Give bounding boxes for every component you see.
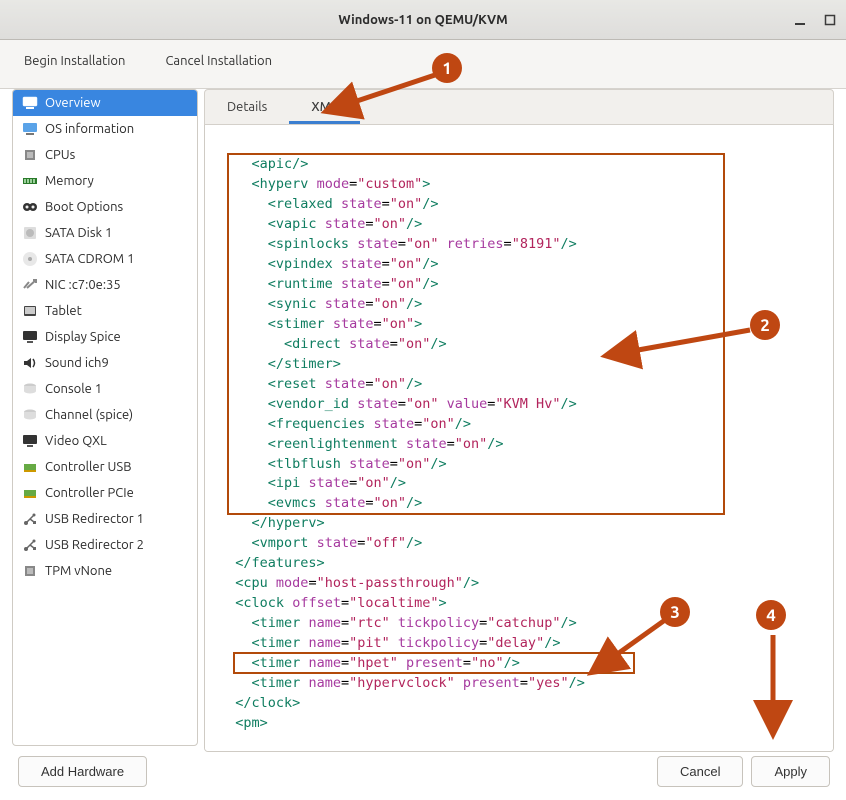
channel-icon — [21, 406, 39, 424]
sidebar-item-tpm[interactable]: TPM vNone — [13, 558, 197, 584]
sidebar-item-label: Video QXL — [45, 434, 107, 448]
usb-icon — [21, 510, 39, 528]
sidebar-item-label: Channel (spice) — [45, 408, 133, 422]
sidebar-item-os-info[interactable]: OS information — [13, 116, 197, 142]
sidebar-item-label: Sound ich9 — [45, 356, 109, 370]
sidebar-item-nic[interactable]: NIC :c7:0e:35 — [13, 272, 197, 298]
xml-editor[interactable]: <apic/> <hyperv mode="custom"> <relaxed … — [204, 125, 834, 752]
begin-install-button[interactable]: Begin Installation — [24, 54, 125, 68]
sidebar-item-label: SATA CDROM 1 — [45, 252, 134, 266]
sidebar-item-video[interactable]: Video QXL — [13, 428, 197, 454]
sidebar-item-label: Console 1 — [45, 382, 102, 396]
nic-icon — [21, 276, 39, 294]
sidebar-item-sata-disk[interactable]: SATA Disk 1 — [13, 220, 197, 246]
os-icon — [21, 120, 39, 138]
console-icon — [21, 380, 39, 398]
boot-icon — [21, 198, 39, 216]
video-icon — [21, 432, 39, 450]
sidebar-item-usb-redir-1[interactable]: USB Redirector 1 — [13, 506, 197, 532]
apply-button[interactable]: Apply — [751, 756, 830, 787]
sidebar-item-ctrl-pcie[interactable]: Controller PCIe — [13, 480, 197, 506]
sidebar-item-label: USB Redirector 1 — [45, 512, 144, 526]
sidebar-item-label: Overview — [45, 96, 101, 110]
sidebar-item-sound[interactable]: Sound ich9 — [13, 350, 197, 376]
tpm-icon — [21, 562, 39, 580]
bottom-bar: Add Hardware Cancel Apply — [0, 752, 846, 800]
controller-icon — [21, 458, 39, 476]
detail-tabs: Details XML — [204, 89, 834, 125]
sidebar-item-console[interactable]: Console 1 — [13, 376, 197, 402]
sidebar-item-cpus[interactable]: CPUs — [13, 142, 197, 168]
sidebar-item-label: NIC :c7:0e:35 — [45, 278, 121, 292]
tablet-icon — [21, 302, 39, 320]
sidebar-item-label: TPM vNone — [45, 564, 112, 578]
sidebar-item-channel[interactable]: Channel (spice) — [13, 402, 197, 428]
sidebar-item-label: Tablet — [45, 304, 82, 318]
sidebar-item-display[interactable]: Display Spice — [13, 324, 197, 350]
maximize-icon[interactable] — [822, 12, 838, 28]
tab-details[interactable]: Details — [205, 90, 289, 124]
action-bar: Begin Installation Cancel Installation — [0, 40, 846, 89]
sound-icon — [21, 354, 39, 372]
sidebar-item-ctrl-usb[interactable]: Controller USB — [13, 454, 197, 480]
sidebar-item-label: Boot Options — [45, 200, 123, 214]
cpu-icon — [21, 146, 39, 164]
sidebar-item-label: CPUs — [45, 148, 75, 162]
sidebar-item-label: OS information — [45, 122, 134, 136]
sidebar-item-label: Memory — [45, 174, 94, 188]
cancel-install-button[interactable]: Cancel Installation — [165, 54, 272, 68]
sidebar-item-label: USB Redirector 2 — [45, 538, 144, 552]
sidebar-item-label: SATA Disk 1 — [45, 226, 112, 240]
sidebar-item-memory[interactable]: Memory — [13, 168, 197, 194]
add-hardware-button[interactable]: Add Hardware — [18, 756, 147, 787]
tab-xml[interactable]: XML — [289, 90, 360, 124]
window-title: Windows-11 on QEMU/KVM — [0, 13, 846, 27]
sidebar-item-sata-cdrom[interactable]: SATA CDROM 1 — [13, 246, 197, 272]
cdrom-icon — [21, 250, 39, 268]
display-icon — [21, 328, 39, 346]
disk-icon — [21, 224, 39, 242]
sidebar-item-overview[interactable]: Overview — [13, 90, 197, 116]
cancel-button[interactable]: Cancel — [657, 756, 743, 787]
sidebar-item-usb-redir-2[interactable]: USB Redirector 2 — [13, 532, 197, 558]
sidebar-item-tablet[interactable]: Tablet — [13, 298, 197, 324]
window-titlebar: Windows-11 on QEMU/KVM — [0, 0, 846, 40]
sidebar-item-label: Display Spice — [45, 330, 121, 344]
sidebar-item-label: Controller PCIe — [45, 486, 134, 500]
minimize-icon[interactable] — [792, 12, 808, 28]
memory-icon — [21, 172, 39, 190]
overview-icon — [21, 94, 39, 112]
device-sidebar[interactable]: Overview OS information CPUs Memory Boot… — [12, 89, 198, 746]
sidebar-item-label: Controller USB — [45, 460, 131, 474]
usb-icon — [21, 536, 39, 554]
controller-icon — [21, 484, 39, 502]
sidebar-item-boot[interactable]: Boot Options — [13, 194, 197, 220]
window-controls — [792, 12, 838, 28]
